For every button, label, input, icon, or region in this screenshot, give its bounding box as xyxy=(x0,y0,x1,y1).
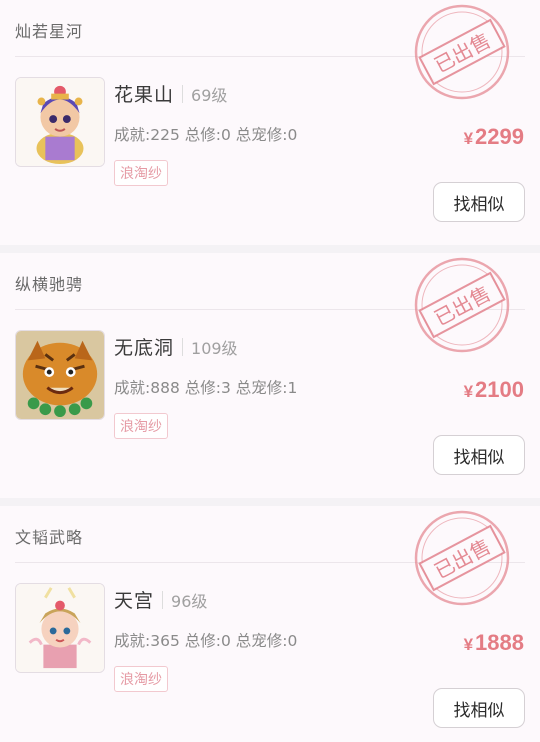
server-name: 文韬武略 xyxy=(15,528,84,547)
separator xyxy=(182,84,184,103)
role-row: 天宫 96级 xyxy=(114,586,207,613)
find-similar-button[interactable]: 找相似 xyxy=(433,435,525,475)
price: ¥2100 xyxy=(464,377,524,403)
listing-card[interactable]: 文韬武略 已出售 天宫 96级 成就:365 总修:0 总宠修:0 浪淘纱 ¥1… xyxy=(0,506,540,742)
price-value: 1888 xyxy=(475,630,524,655)
sold-stamp-icon: 已出售 xyxy=(412,2,512,102)
listing-card[interactable]: 灿若星河 已出售 花果山 69级 成就:225 总修:0 总宠修:0 浪淘纱 ¥… xyxy=(0,0,540,245)
sold-stamp-icon: 已出售 xyxy=(412,255,512,355)
currency-symbol: ¥ xyxy=(463,382,474,401)
currency-symbol: ¥ xyxy=(463,129,474,148)
find-similar-button[interactable]: 找相似 xyxy=(433,688,525,728)
listing-card[interactable]: 纵横驰骋 已出售 无底洞 109级 成就:888 总修:3 总宠修:1 浪淘纱 … xyxy=(0,253,540,498)
role-level: 69级 xyxy=(191,85,228,105)
separator xyxy=(162,590,164,609)
tag-badge: 浪淘纱 xyxy=(114,413,168,439)
role-row: 花果山 69级 xyxy=(114,80,227,107)
server-name: 纵横驰骋 xyxy=(15,275,84,294)
character-avatar-tiger-icon[interactable] xyxy=(15,330,105,420)
server-name: 灿若星河 xyxy=(15,22,84,41)
role-stats: 成就:365 总修:0 总宠修:0 xyxy=(114,632,298,650)
character-avatar-flower-fruit-icon[interactable] xyxy=(15,77,105,167)
sold-stamp-icon: 已出售 xyxy=(412,508,512,608)
role-name: 无底洞 xyxy=(114,337,175,359)
role-level: 96级 xyxy=(171,591,208,611)
tag-badge: 浪淘纱 xyxy=(114,160,168,186)
price: ¥1888 xyxy=(464,630,524,656)
price-value: 2299 xyxy=(475,124,524,149)
price-value: 2100 xyxy=(475,377,524,402)
role-level: 109级 xyxy=(191,338,238,358)
separator xyxy=(182,337,184,356)
currency-symbol: ¥ xyxy=(463,635,474,654)
character-avatar-heaven-palace-icon[interactable] xyxy=(15,583,105,673)
role-row: 无底洞 109级 xyxy=(114,333,238,360)
find-similar-button[interactable]: 找相似 xyxy=(433,182,525,222)
tag-badge: 浪淘纱 xyxy=(114,666,168,692)
role-name: 天宫 xyxy=(114,590,155,612)
role-stats: 成就:888 总修:3 总宠修:1 xyxy=(114,379,298,397)
listing-list: 灿若星河 已出售 花果山 69级 成就:225 总修:0 总宠修:0 浪淘纱 ¥… xyxy=(0,0,540,742)
price: ¥2299 xyxy=(464,124,524,150)
role-name: 花果山 xyxy=(114,84,175,106)
role-stats: 成就:225 总修:0 总宠修:0 xyxy=(114,126,298,144)
